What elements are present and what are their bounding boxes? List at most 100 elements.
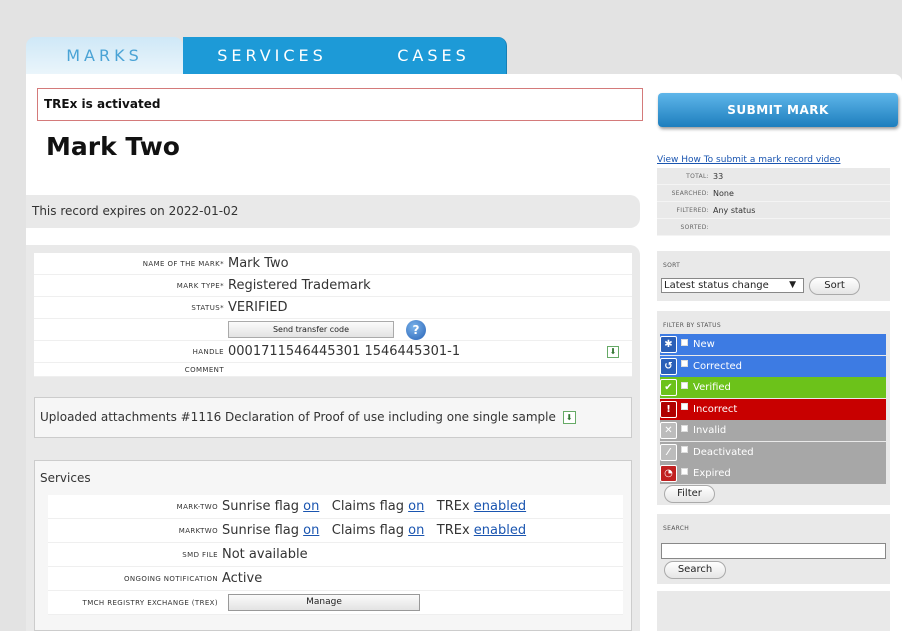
smd-file-row: SMD file Not available [48, 543, 623, 567]
sunrise-flag-text: Sunrise flag [222, 499, 299, 514]
trex-activated-alert: TREx is activated [37, 88, 643, 121]
name-of-mark-label: Name of the mark* [142, 259, 224, 268]
filter-checkbox[interactable] [681, 381, 688, 389]
filter-panel: Filter by status ✱ New ↺ Corrected ✔ Verified… [657, 311, 890, 505]
sunrise-flag-link[interactable]: on [303, 499, 319, 514]
expiry-notice: This record expires on 2022-01-02 [26, 195, 640, 228]
status-new-icon: ✱ [660, 336, 677, 353]
stat-label: Filtered: [676, 206, 709, 214]
trex-text: TREx [436, 499, 470, 514]
mark-type-value: Registered Trademark [228, 278, 371, 293]
stats-panel: Total: 33 Searched: None Filtered: Any s… [657, 168, 890, 236]
trex-enabled-link[interactable]: enabled [474, 523, 526, 538]
sidebar-footer [657, 591, 890, 631]
mark-details-table: Name of the mark* Mark Two Mark type* Re… [34, 253, 632, 377]
trex-text: TREx [436, 523, 470, 538]
filter-checkbox[interactable] [681, 403, 688, 410]
status-row: Status* VERIFIED [34, 297, 632, 319]
manage-button[interactable]: Manage [228, 594, 420, 611]
record-details-box: Name of the mark* Mark Two Mark type* Re… [26, 245, 640, 631]
stat-label: Sorted: [680, 223, 709, 231]
sort-select[interactable]: Latest status change ▼ [661, 278, 804, 293]
filter-checkbox[interactable] [681, 360, 688, 367]
filter-checkbox[interactable] [681, 424, 688, 432]
status-expired-icon: ◔ [660, 465, 677, 482]
trex-row: TMCH Registry Exchange (TREx) Manage [48, 591, 623, 615]
trex-enabled-link[interactable]: enabled [474, 499, 526, 514]
filter-status-new[interactable]: ✱ New [660, 334, 886, 355]
filter-label: Corrected [693, 360, 742, 372]
search-button[interactable]: Search [664, 561, 726, 579]
status-verified-icon: ✔ [660, 379, 677, 396]
comment-label: Comment [184, 365, 224, 374]
smd-file-label: SMD file [182, 550, 218, 559]
filter-status-incorrect[interactable]: ! Incorrect [660, 398, 886, 420]
filter-label: Invalid [693, 425, 727, 436]
dropdown-arrow-icon: ▼ [789, 280, 796, 290]
page-title: Mark Two [46, 132, 180, 161]
sort-selected-value: Latest status change [664, 280, 769, 291]
stat-value: 33 [713, 171, 724, 181]
tab-cases[interactable]: CASES [361, 37, 507, 74]
comment-row: Comment [34, 363, 632, 377]
stat-value: Any status [713, 205, 756, 215]
handle-value: 0001711546445301 1546445301-1 [228, 344, 461, 359]
status-invalid-icon: ✕ [660, 422, 677, 439]
filter-label: Deactivated [693, 446, 754, 458]
sunrise-flag-text: Sunrise flag [222, 523, 299, 538]
tab-marks[interactable]: MARKS [26, 37, 183, 74]
attachments-text: Uploaded attachments #1116 Declaration o… [40, 410, 556, 424]
sort-title: Sort [663, 262, 681, 269]
search-panel: Search Search [657, 514, 890, 584]
ongoing-notification-row: Ongoing notification Active [48, 567, 623, 591]
send-transfer-code-button[interactable]: Send transfer code [228, 321, 394, 338]
claims-flag-text: Claims flag [331, 499, 404, 514]
mark-type-row: Mark type* Registered Trademark [34, 275, 632, 297]
filter-checkbox[interactable] [681, 446, 688, 453]
claims-flag-text: Claims flag [331, 523, 404, 538]
filter-status-corrected[interactable]: ↺ Corrected [660, 355, 886, 377]
filter-button[interactable]: Filter [664, 485, 715, 503]
filter-status-deactivated[interactable]: ⁄ Deactivated [660, 441, 886, 463]
stat-value: None [713, 188, 734, 198]
service-flags: Sunrise flag on Claims flag on TREx enab… [222, 499, 526, 514]
name-of-mark-value: Mark Two [228, 256, 289, 271]
download-icon[interactable]: ⬇ [607, 346, 619, 358]
filter-status-expired[interactable]: ◔ Expired [660, 463, 886, 484]
claims-flag-link[interactable]: on [408, 523, 424, 538]
search-input[interactable] [661, 543, 886, 559]
trex-label: TMCH Registry Exchange (TREx) [82, 598, 218, 607]
uploaded-attachments: Uploaded attachments #1116 Declaration o… [34, 397, 632, 438]
how-to-video-link[interactable]: View How To submit a mark record video [657, 155, 840, 165]
stat-label: Searched: [671, 189, 709, 197]
search-title: Search [663, 525, 690, 532]
main-tabs: MARKS SERVICES CASES [26, 37, 507, 74]
service-label: mark-two [176, 502, 218, 511]
tab-services[interactable]: SERVICES [183, 37, 361, 74]
service-label: marktwo [178, 526, 218, 535]
handle-row: Handle 0001711546445301 1546445301-1 ⬇ [34, 341, 632, 363]
filter-label: Incorrect [693, 403, 738, 415]
status-label: Status* [191, 303, 224, 312]
ongoing-notification-label: Ongoing notification [123, 574, 218, 583]
status-value: VERIFIED [228, 300, 288, 315]
service-flags: Sunrise flag on Claims flag on TREx enab… [222, 523, 526, 538]
attachment-download-icon[interactable]: ⬇ [562, 411, 576, 424]
sort-panel: Sort Latest status change ▼ Sort [657, 251, 890, 301]
filter-status-invalid[interactable]: ✕ Invalid [660, 420, 886, 441]
sort-button[interactable]: Sort [809, 277, 860, 295]
filter-status-verified[interactable]: ✔ Verified [660, 377, 886, 398]
service-row: mark-two Sunrise flag on Claims flag on … [48, 495, 623, 519]
help-icon[interactable]: ? [406, 319, 426, 340]
sunrise-flag-link[interactable]: on [303, 523, 319, 538]
claims-flag-link[interactable]: on [408, 499, 424, 514]
submit-mark-button[interactable]: SUBMIT MARK [658, 93, 898, 127]
transfer-code-row: Send transfer code ? [34, 319, 632, 341]
ongoing-notification-value: Active [222, 571, 263, 586]
filter-checkbox[interactable] [681, 338, 688, 346]
filter-checkbox[interactable] [681, 467, 688, 475]
stat-row: Total: 33 [657, 168, 890, 185]
services-section: Services mark-two Sunrise flag on Claims… [34, 460, 632, 631]
filter-label: Expired [693, 468, 731, 479]
status-deactivated-icon: ⁄ [660, 443, 677, 461]
